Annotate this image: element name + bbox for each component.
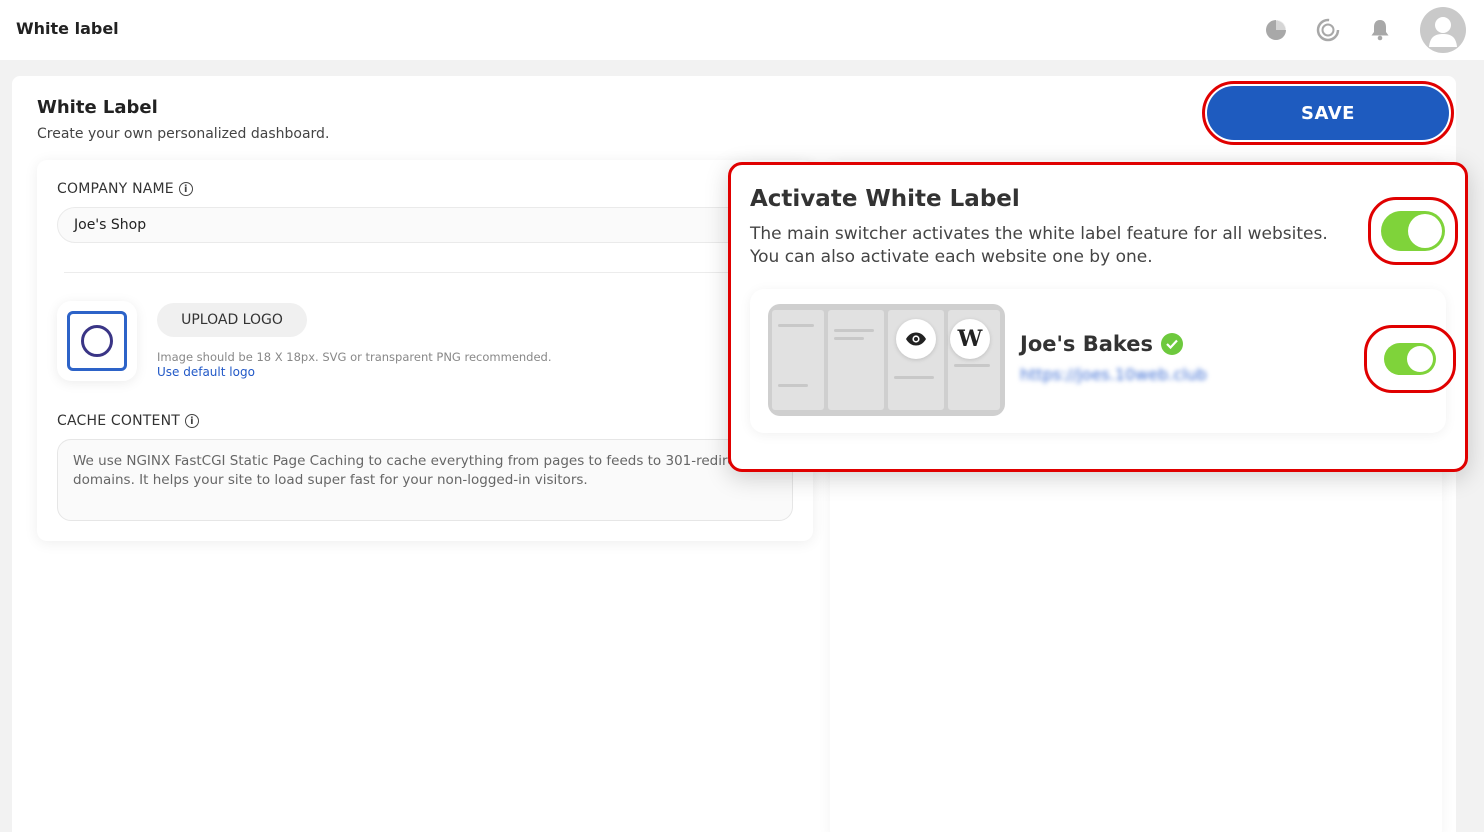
main-toggle-highlight xyxy=(1368,197,1458,265)
activate-title: Activate White Label xyxy=(750,186,1020,212)
use-default-logo-link[interactable]: Use default logo xyxy=(157,365,255,379)
preview-eye-icon[interactable] xyxy=(896,319,936,359)
toggle-knob xyxy=(1408,214,1442,248)
site-toggle[interactable] xyxy=(1384,343,1436,375)
top-bar: White label xyxy=(0,0,1484,60)
page-subtitle: Create your own personalized dashboard. xyxy=(37,126,330,142)
main-toggle[interactable] xyxy=(1381,211,1445,251)
logo-circle-icon xyxy=(81,325,113,357)
activate-white-label-panel: Activate White Label The main switcher a… xyxy=(728,162,1468,472)
site-url-link[interactable]: https://joes.10web.club xyxy=(1020,365,1207,384)
settings-card: COMPANY NAME i Joe's Shop UPLOAD LOGO Im… xyxy=(37,160,813,541)
site-thumbnail: W xyxy=(768,304,1005,416)
website-row: W Joe's Bakes https://joes.10web.club xyxy=(750,289,1446,433)
activate-description: The main switcher activates the white la… xyxy=(750,224,1328,267)
logo-hint: Image should be 18 X 18px. SVG or transp… xyxy=(157,350,552,364)
pie-chart-icon[interactable] xyxy=(1264,18,1288,42)
cache-content-textarea[interactable]: We use NGINX FastCGI Static Page Caching… xyxy=(57,439,793,521)
logo-frame-icon xyxy=(67,311,127,371)
info-icon[interactable]: i xyxy=(185,414,199,428)
save-button-highlight: SAVE xyxy=(1202,81,1454,145)
top-bar-icons xyxy=(1264,7,1466,53)
site-toggle-highlight xyxy=(1364,325,1456,393)
divider xyxy=(64,272,764,273)
toggle-knob xyxy=(1407,346,1433,372)
bell-icon[interactable] xyxy=(1368,18,1392,42)
verified-check-icon xyxy=(1161,333,1184,355)
cache-content-label: CACHE CONTENT i xyxy=(57,413,199,429)
app-title: White label xyxy=(16,19,119,38)
upload-logo-button[interactable]: UPLOAD LOGO xyxy=(157,303,307,337)
company-name-input[interactable]: Joe's Shop xyxy=(57,207,757,243)
page-title: White Label xyxy=(37,97,158,118)
avatar-icon[interactable] xyxy=(1420,7,1466,53)
logo-preview xyxy=(57,301,137,381)
save-button[interactable]: SAVE xyxy=(1207,86,1449,140)
company-name-label: COMPANY NAME i xyxy=(57,181,193,197)
speed-icon[interactable] xyxy=(1316,18,1340,42)
info-icon[interactable]: i xyxy=(178,182,193,196)
site-name: Joe's Bakes xyxy=(1020,332,1184,356)
wordpress-icon[interactable]: W xyxy=(950,319,990,359)
